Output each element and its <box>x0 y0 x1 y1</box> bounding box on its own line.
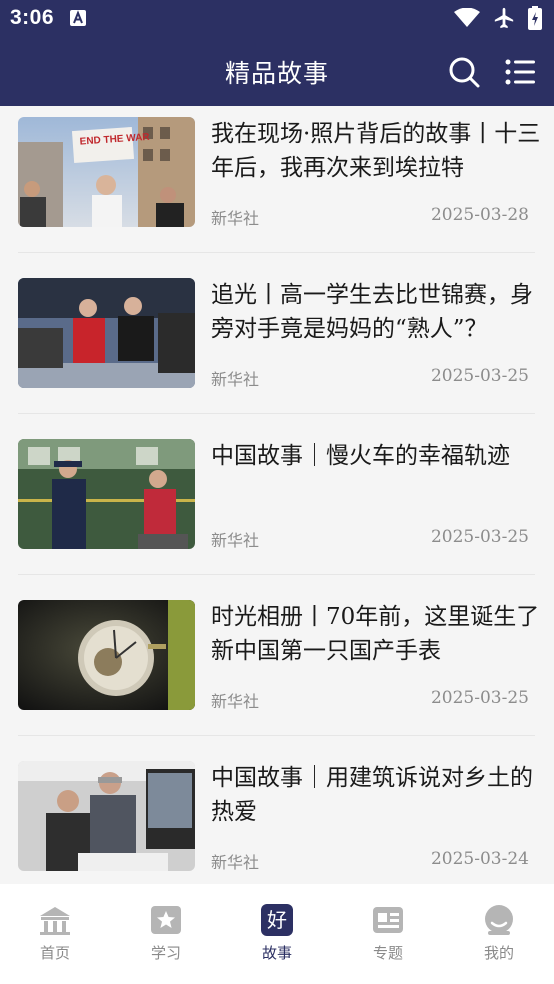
wifi-icon <box>454 8 480 27</box>
battery-charging-icon <box>528 6 542 30</box>
nav-item-study[interactable]: 学习 <box>111 904 221 974</box>
article-source: 新华社 <box>211 209 260 228</box>
status-bar: 3:06 <box>0 0 554 36</box>
article-date: 2025-03-24 <box>430 849 529 869</box>
article-date: 2025-03-28 <box>430 205 529 225</box>
home-icon <box>40 907 70 935</box>
article-thumbnail <box>18 600 195 710</box>
article-title: 中国故事｜用建筑诉说对乡土的热爱 <box>211 765 533 825</box>
nav-item-topic[interactable]: 专题 <box>333 904 443 974</box>
article-title: 我在现场·照片背后的故事丨十三年后，我再次来到埃拉特 <box>211 121 541 181</box>
nav-label: 学习 <box>150 944 181 962</box>
nav-label: 故事 <box>261 944 292 962</box>
article-item[interactable]: 中国故事｜用建筑诉说对乡土的热爱 新华社 2025-03-24 <box>18 761 535 873</box>
nav-label: 我的 <box>483 944 514 962</box>
nav-item-home[interactable]: 首页 <box>0 904 110 974</box>
topic-card-icon <box>373 907 403 933</box>
article-date: 2025-03-25 <box>430 688 529 708</box>
article-date: 2025-03-25 <box>430 366 529 386</box>
article-source: 新华社 <box>211 370 260 389</box>
divider <box>18 574 535 575</box>
profile-icon <box>485 905 513 935</box>
nav-label: 专题 <box>372 944 403 962</box>
article-thumbnail: END THE WAR <box>18 117 195 227</box>
article-source: 新华社 <box>211 531 260 550</box>
app-header: 精品故事 <box>0 36 554 106</box>
nav-label: 首页 <box>39 944 70 962</box>
status-icons <box>454 6 542 30</box>
article-date: 2025-03-25 <box>430 527 529 547</box>
article-title: 时光相册丨70年前，这里诞生了新中国第一只国产手表 <box>211 604 540 664</box>
article-thumbnail <box>18 278 195 388</box>
article-item[interactable]: 中国故事｜慢火车的幸福轨迹 新华社 2025-03-25 <box>18 439 535 551</box>
hao-glyph: 好 <box>267 908 287 932</box>
article-list: END THE WAR 我在现场·照片背后的故事丨十三年后，我再次来到埃拉特 新… <box>0 106 554 884</box>
article-thumbnail <box>18 439 195 549</box>
article-item[interactable]: 时光相册丨70年前，这里诞生了新中国第一只国产手表 新华社 2025-03-25 <box>18 600 539 712</box>
search-icon[interactable] <box>448 56 480 88</box>
notification-a-icon <box>70 10 86 26</box>
article-source: 新华社 <box>211 692 260 711</box>
divider <box>18 413 535 414</box>
airplane-icon <box>494 7 514 29</box>
article-title: 追光丨高一学生去比世锦赛，身旁对手竟是妈妈的“熟人”？ <box>211 282 533 342</box>
menu-list-icon[interactable] <box>505 58 535 86</box>
article-item[interactable]: END THE WAR 我在现场·照片背后的故事丨十三年后，我再次来到埃拉特 新… <box>18 117 540 229</box>
bottom-nav: 首页 学习 好 故事 专题 我的 <box>0 884 554 984</box>
article-title: 中国故事｜慢火车的幸福轨迹 <box>211 443 510 469</box>
divider <box>18 735 535 736</box>
nav-item-mine[interactable]: 我的 <box>444 904 554 974</box>
divider <box>18 252 535 253</box>
hao-icon: 好 <box>261 904 293 936</box>
nav-item-story[interactable]: 好 故事 <box>222 904 332 974</box>
star-book-icon <box>151 906 181 934</box>
status-time: 3:06 <box>10 6 55 29</box>
article-source: 新华社 <box>211 853 260 872</box>
article-item[interactable]: 追光丨高一学生去比世锦赛，身旁对手竟是妈妈的“熟人”？ 新华社 2025-03-… <box>18 278 535 390</box>
article-thumbnail <box>18 761 195 871</box>
